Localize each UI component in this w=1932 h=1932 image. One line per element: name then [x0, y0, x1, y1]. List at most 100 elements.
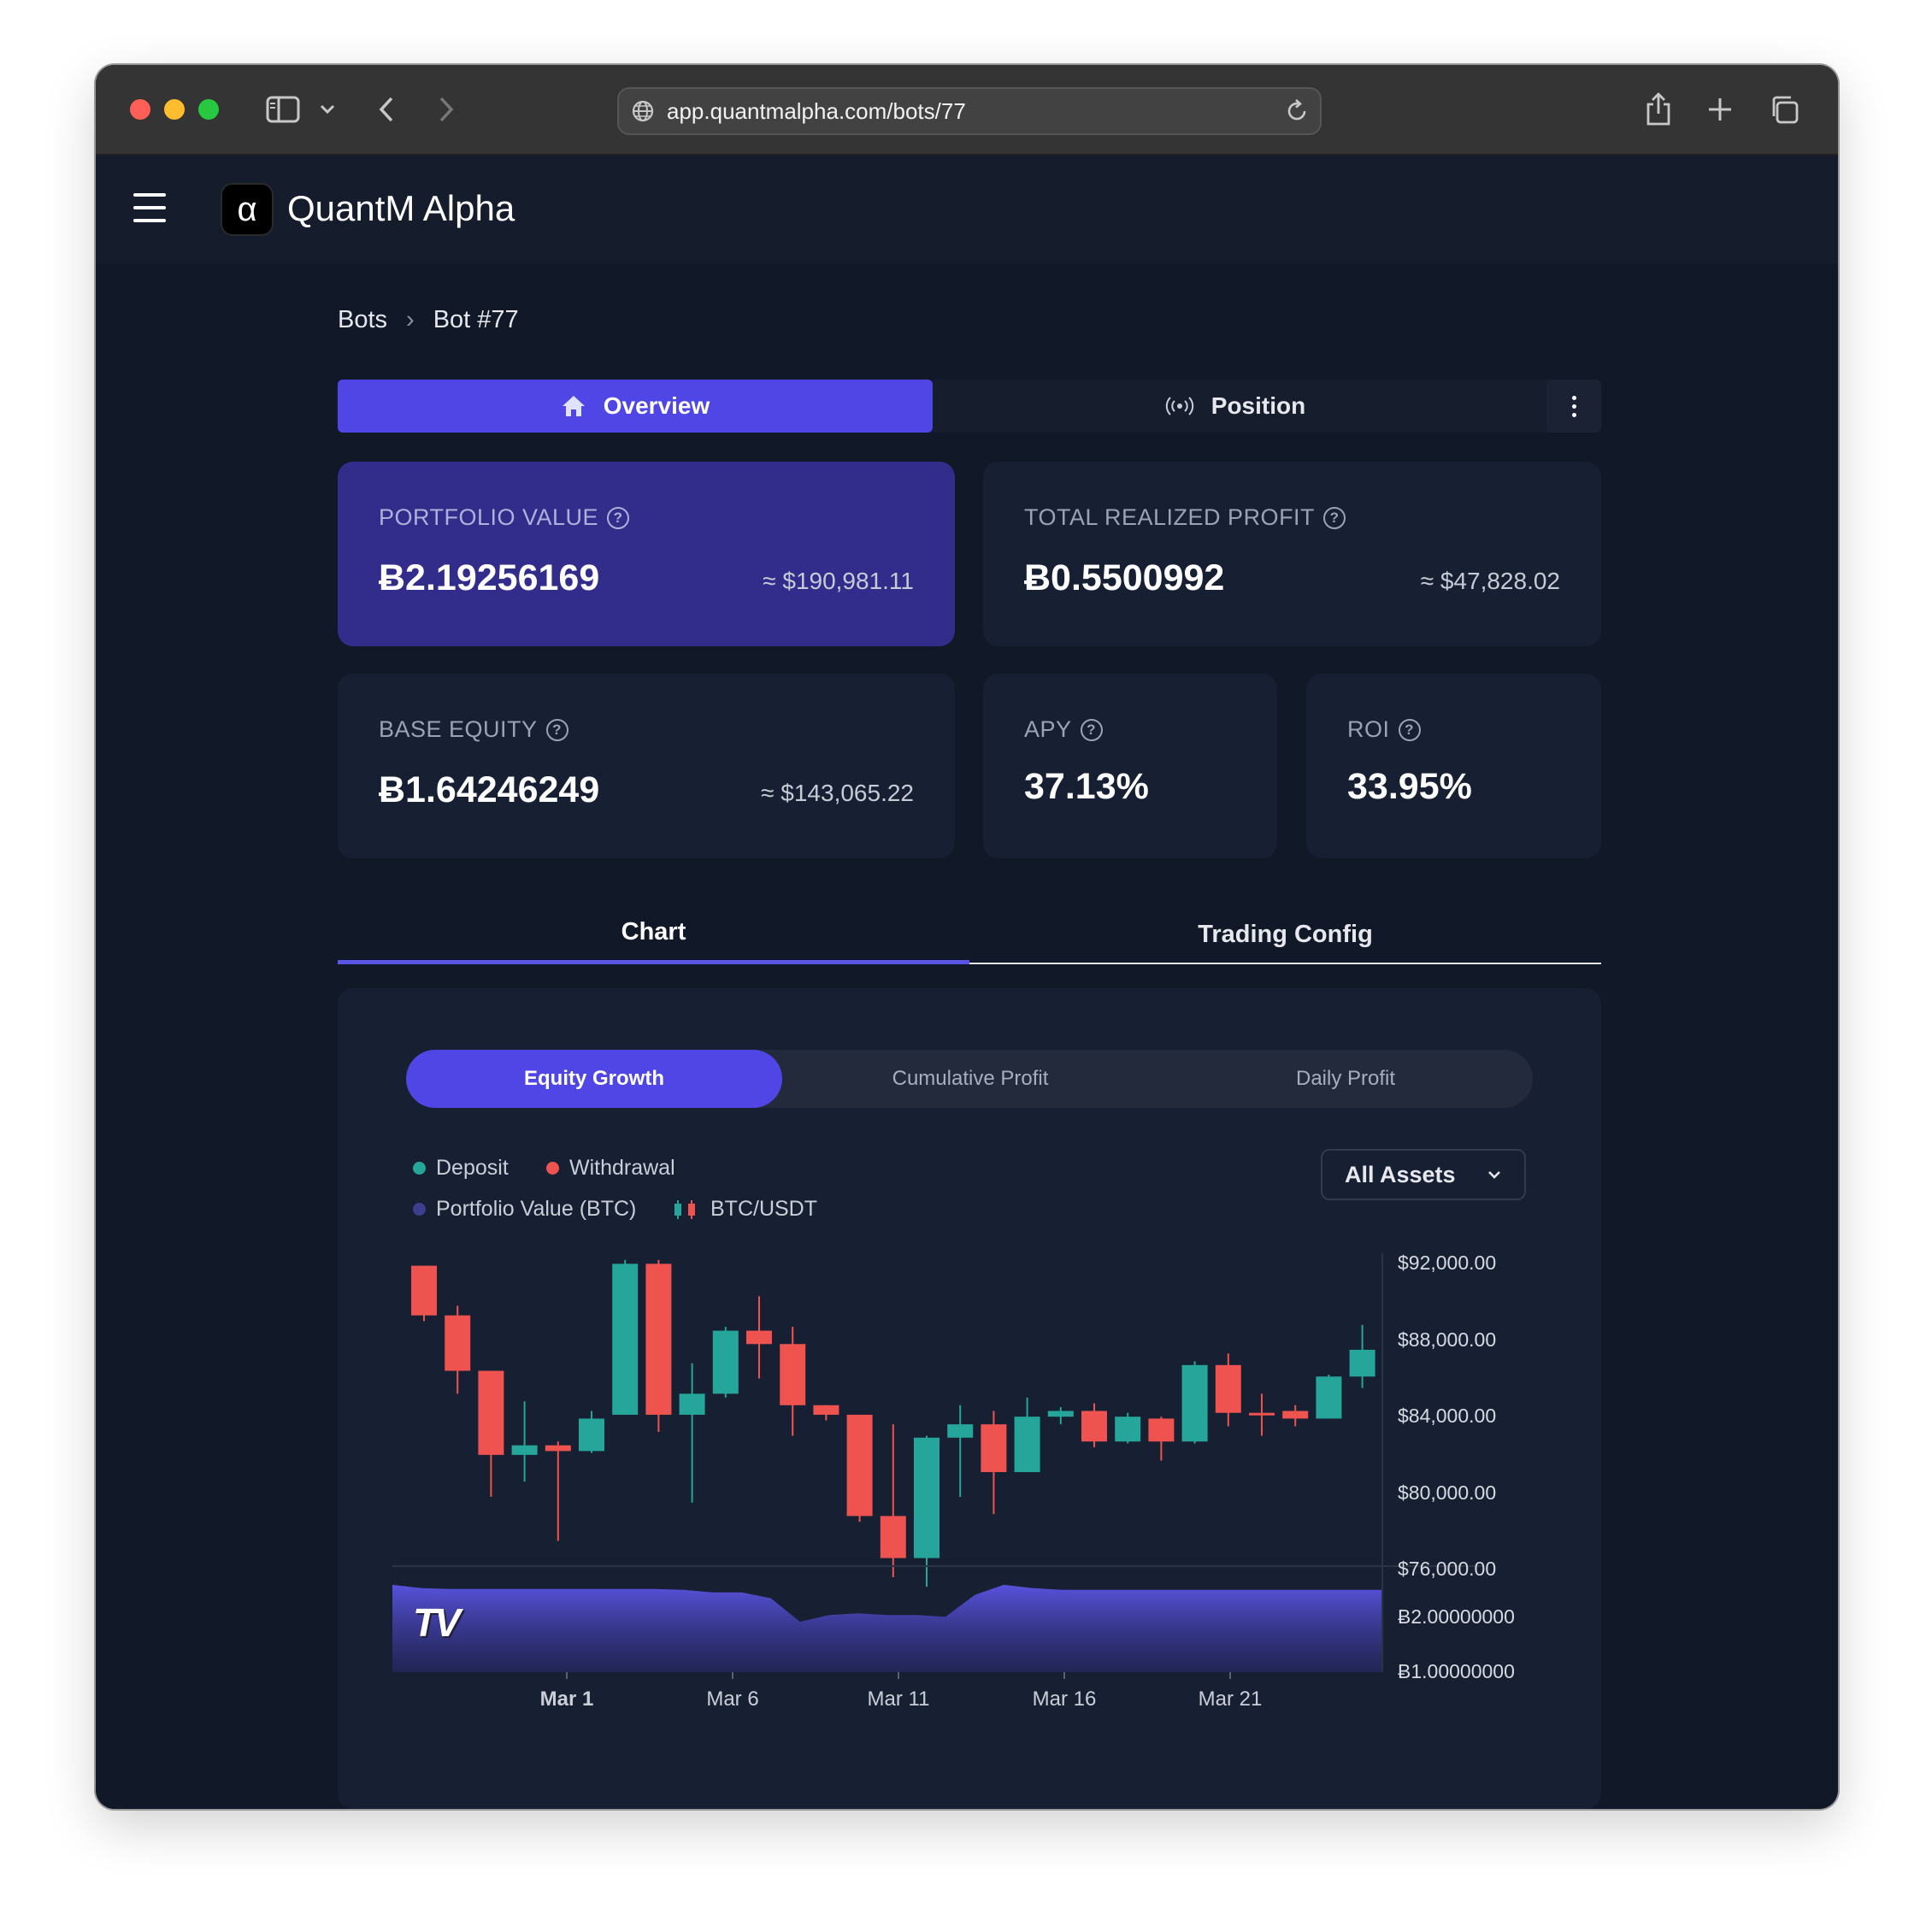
candle[interactable] — [1249, 1393, 1275, 1436]
candle-body — [1249, 1412, 1275, 1416]
total-realized-profit-value: Ƀ0.5500992 — [1024, 557, 1225, 598]
address-bar[interactable]: app.quantmalpha.com/bots/77 — [617, 87, 1322, 135]
help-icon[interactable]: ? — [1323, 506, 1346, 529]
candle-body — [1115, 1417, 1141, 1442]
chevron-right-icon — [439, 97, 454, 122]
tab-chart-label: Chart — [621, 918, 686, 945]
tab-chart[interactable]: Chart — [338, 904, 969, 964]
base-equity-label-row: BASE EQUITY ? — [379, 716, 568, 743]
candle[interactable] — [780, 1327, 806, 1436]
candle-body — [579, 1418, 604, 1452]
candle-body — [1047, 1411, 1074, 1417]
candle[interactable] — [1282, 1405, 1309, 1427]
candle[interactable] — [1115, 1412, 1141, 1444]
candle[interactable] — [1081, 1403, 1107, 1447]
app-logo[interactable]: α — [222, 185, 272, 234]
candle-body — [511, 1445, 538, 1455]
candle-body — [880, 1516, 906, 1558]
tab-trading-config[interactable]: Trading Config — [969, 904, 1601, 964]
forward-button[interactable] — [429, 89, 463, 130]
help-icon[interactable]: ? — [1080, 718, 1103, 741]
url-text: app.quantmalpha.com/bots/77 — [667, 97, 966, 124]
sidebar-toggle-button[interactable] — [262, 89, 304, 130]
candle[interactable] — [914, 1435, 939, 1587]
y-tick-label-btc: Ƀ2.00000000 — [1398, 1605, 1515, 1628]
chevron-left-icon — [379, 97, 393, 122]
breadcrumb-separator: › — [406, 306, 415, 333]
hamburger-menu-button[interactable] — [133, 193, 166, 222]
tab-position[interactable]: Position — [936, 380, 1534, 433]
x-tick-label: Mar 11 — [867, 1688, 930, 1711]
share-button[interactable] — [1641, 89, 1676, 130]
candle-body — [645, 1263, 672, 1415]
more-options-button[interactable] — [1546, 380, 1601, 433]
help-icon[interactable]: ? — [1398, 718, 1421, 741]
candle[interactable] — [612, 1259, 639, 1415]
sidebar-menu-button[interactable] — [315, 89, 340, 130]
x-tick-label: Mar 16 — [1032, 1688, 1097, 1711]
candle[interactable] — [947, 1405, 974, 1498]
tab-overview[interactable]: Overview — [338, 380, 933, 433]
candle[interactable] — [1316, 1375, 1342, 1419]
candle[interactable] — [1148, 1417, 1175, 1461]
candle[interactable] — [579, 1411, 604, 1453]
candle-body — [813, 1405, 839, 1415]
maximize-window-button[interactable] — [198, 99, 219, 120]
back-button[interactable] — [369, 89, 403, 130]
roi-label: ROI — [1347, 716, 1390, 742]
tab-overview-button[interactable] — [1766, 89, 1802, 130]
candle[interactable] — [1349, 1324, 1375, 1388]
total-realized-profit-usd: ≈ $47,828.02 — [1420, 568, 1560, 594]
apy-label: APY — [1024, 716, 1072, 742]
candle[interactable] — [545, 1441, 571, 1541]
candle[interactable] — [1181, 1361, 1208, 1444]
breadcrumb-bots-link[interactable]: Bots — [338, 306, 387, 334]
candle[interactable] — [746, 1296, 772, 1379]
candle-body — [846, 1414, 873, 1517]
candle[interactable] — [679, 1363, 705, 1503]
tab-bar: Overview Position — [338, 380, 1601, 433]
x-tick-label: Mar 1 — [539, 1688, 594, 1711]
portfolio-value-card: PORTFOLIO VALUE ? Ƀ2.19256169 ≈ $190,981… — [338, 462, 955, 646]
help-icon[interactable]: ? — [545, 718, 568, 741]
home-icon — [562, 396, 585, 416]
help-icon[interactable]: ? — [607, 506, 630, 529]
new-tab-button[interactable] — [1703, 89, 1737, 130]
breadcrumb-current: Bot #77 — [433, 306, 519, 333]
tradingview-watermark: TV — [413, 1600, 461, 1645]
portfolio-value-area — [392, 1584, 1382, 1672]
candle[interactable] — [445, 1305, 471, 1394]
candle-body — [612, 1263, 639, 1415]
candle[interactable] — [981, 1411, 1007, 1515]
browser-toolbar: app.quantmalpha.com/bots/77 — [96, 65, 1838, 156]
roi-card: ROI ? 33.95% — [1306, 674, 1601, 858]
candle-body — [1316, 1376, 1342, 1419]
candle[interactable] — [478, 1370, 504, 1498]
candle-body — [947, 1424, 974, 1438]
x-tick-label: Mar 6 — [706, 1688, 759, 1711]
candle[interactable] — [813, 1405, 839, 1421]
base-equity-label: BASE EQUITY — [379, 716, 538, 742]
apy-card: APY ? 37.13% — [983, 674, 1277, 858]
candle[interactable] — [645, 1259, 672, 1433]
reload-icon[interactable] — [1284, 98, 1310, 124]
candle-body — [1081, 1411, 1107, 1442]
tabs-icon — [1772, 96, 1799, 124]
candle[interactable] — [712, 1327, 739, 1398]
candle[interactable] — [1047, 1407, 1074, 1425]
candle[interactable] — [411, 1265, 437, 1322]
candle[interactable] — [880, 1424, 906, 1577]
minimize-window-button[interactable] — [164, 99, 185, 120]
total-realized-profit-card: TOTAL REALIZED PROFIT ? Ƀ0.5500992 ≈ $47… — [983, 462, 1601, 646]
candle[interactable] — [1215, 1353, 1241, 1427]
candle[interactable] — [511, 1401, 538, 1482]
candle[interactable] — [1014, 1397, 1040, 1472]
chevron-down-icon — [320, 104, 335, 115]
globe-icon — [632, 100, 654, 122]
close-window-button[interactable] — [130, 99, 150, 120]
candle[interactable] — [846, 1414, 873, 1523]
section-tabs: Chart Trading Config — [338, 904, 1601, 964]
candle-body — [981, 1424, 1007, 1472]
apy-value: 37.13% — [1024, 766, 1149, 807]
equity-chart[interactable] — [338, 988, 1601, 1809]
